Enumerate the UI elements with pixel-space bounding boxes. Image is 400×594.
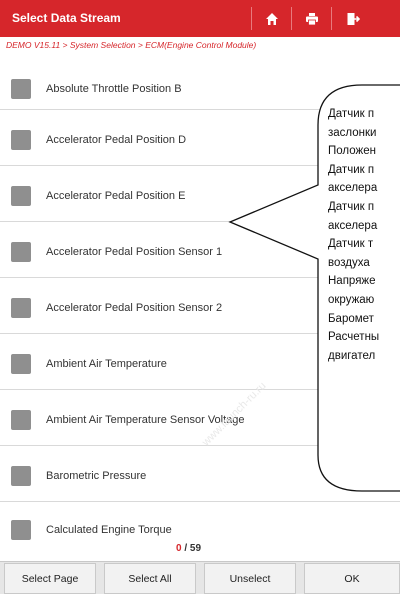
checkbox[interactable] — [11, 354, 31, 374]
home-button[interactable] — [253, 0, 291, 37]
checkbox[interactable] — [11, 130, 31, 150]
list-item[interactable]: Ambient Air Temperature — [0, 334, 400, 390]
checkbox[interactable] — [11, 410, 31, 430]
list-item-label: Accelerator Pedal Position Sensor 2 — [46, 302, 223, 314]
divider — [291, 7, 292, 30]
list-item-label: Ambient Air Temperature — [46, 358, 167, 370]
ok-button[interactable]: OK — [304, 563, 400, 594]
list-item[interactable]: Accelerator Pedal Position Sensor 1 — [0, 222, 400, 278]
page-title: Select Data Stream — [12, 11, 121, 25]
list-item-label: Barometric Pressure — [46, 470, 147, 482]
action-bar: Select Page Select All Unselect OK — [0, 561, 400, 594]
list-item[interactable]: Accelerator Pedal Position E — [0, 166, 400, 222]
select-page-button[interactable]: Select Page — [4, 563, 96, 594]
breadcrumb: DEMO V15.11 > System Selection > ECM(Eng… — [0, 37, 400, 54]
print-button[interactable] — [293, 0, 331, 37]
total-count: / 59 — [184, 543, 202, 554]
unselect-button[interactable]: Unselect — [204, 563, 296, 594]
selection-counter: 0 / 59 — [176, 543, 201, 554]
list-item[interactable]: Accelerator Pedal Position Sensor 2 — [0, 278, 400, 334]
list-item-label: Accelerator Pedal Position D — [46, 134, 187, 146]
title-bar: Select Data Stream — [0, 0, 400, 37]
list-item[interactable]: Barometric Pressure — [0, 446, 400, 502]
checkbox[interactable] — [11, 520, 31, 540]
selected-count: 0 — [176, 543, 182, 554]
list-item-label: Accelerator Pedal Position E — [46, 190, 186, 202]
data-stream-list: Absolute Throttle Position B Accelerator… — [0, 54, 400, 561]
list-item[interactable]: Ambient Air Temperature Sensor Voltage — [0, 390, 400, 446]
list-item[interactable]: Accelerator Pedal Position D — [0, 110, 400, 166]
list-item-label: Accelerator Pedal Position Sensor 1 — [46, 246, 223, 258]
checkbox[interactable] — [11, 79, 31, 99]
checkbox[interactable] — [11, 466, 31, 486]
checkbox[interactable] — [11, 186, 31, 206]
list-item[interactable]: Absolute Throttle Position B — [0, 54, 400, 110]
divider — [251, 7, 252, 30]
exit-button[interactable] — [334, 0, 372, 37]
select-all-button[interactable]: Select All — [104, 563, 196, 594]
divider — [331, 7, 332, 30]
checkbox[interactable] — [11, 298, 31, 318]
list-item-label: Absolute Throttle Position B — [46, 83, 182, 95]
print-icon — [306, 12, 318, 25]
list-item-label: Calculated Engine Torque — [46, 524, 172, 536]
home-icon — [266, 12, 278, 25]
checkbox[interactable] — [11, 242, 31, 262]
exit-icon — [347, 12, 360, 25]
